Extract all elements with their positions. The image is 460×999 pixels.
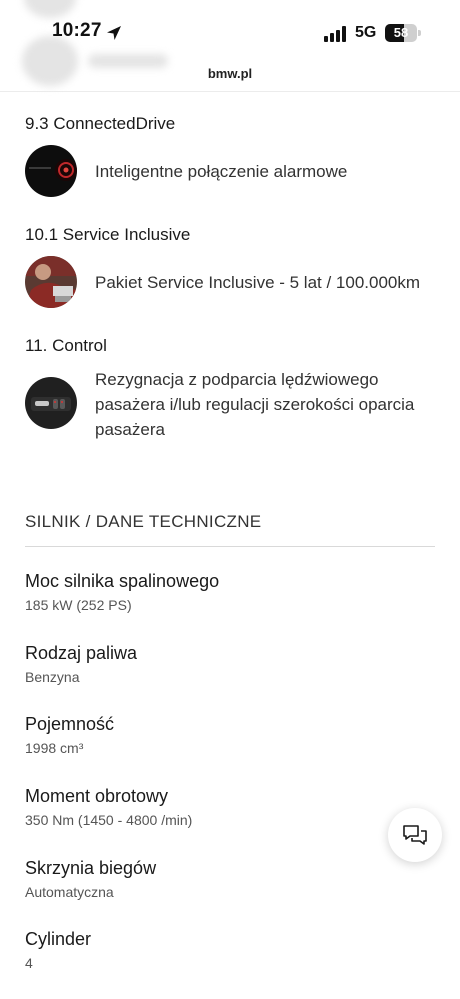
spec-value: 4 xyxy=(25,955,33,971)
spec-label: Rodzaj paliwa xyxy=(25,643,138,663)
spec-value: 185 kW (252 PS) xyxy=(25,597,132,613)
clock-time: 10:27 xyxy=(52,20,102,41)
spec-label: Moc silnika spalinowego xyxy=(25,571,220,591)
status-bar: 10:27 5G 58 bmw.pl xyxy=(0,0,460,92)
feature-description: Rezygnacja z podparcia lędźwiowego pasaż… xyxy=(95,370,415,439)
network-type: 5G xyxy=(355,24,377,41)
chat-button[interactable] xyxy=(388,808,442,862)
battery-icon: 58 xyxy=(385,24,417,42)
section-divider xyxy=(25,546,435,547)
chat-bubbles-icon xyxy=(403,825,427,845)
alarm-call-thumbnail xyxy=(25,145,77,197)
feature-heading: 11. Control xyxy=(25,336,107,355)
feature-description: Pakiet Service Inclusive - 5 lat / 100.0… xyxy=(95,273,421,292)
service-mechanic-thumbnail xyxy=(25,256,77,308)
spec-label: Cylinder xyxy=(25,929,92,949)
spec-label: Pojemność xyxy=(25,714,115,734)
spec-value: 1998 cm³ xyxy=(25,740,84,756)
spec-label: Skrzynia biegów xyxy=(25,858,157,878)
feature-heading: 10.1 Service Inclusive xyxy=(25,225,191,244)
blurred-avatar xyxy=(24,0,76,18)
seat-control-thumbnail xyxy=(25,377,77,429)
cellular-signal-icon xyxy=(324,26,348,42)
feature-description: Inteligentne połączenie alarmowe xyxy=(95,162,348,181)
battery-percent: 58 xyxy=(393,25,409,40)
location-arrow-icon xyxy=(107,26,121,40)
battery-cap xyxy=(418,30,421,36)
spec-value: Benzyna xyxy=(25,669,80,685)
feature-heading: 9.3 ConnectedDrive xyxy=(25,114,176,133)
spec-value: 350 Nm (1450 - 4800 /min) xyxy=(25,812,193,828)
spec-value: Automatyczna xyxy=(25,884,114,900)
section-title: SILNIK / DANE TECHNICZNE xyxy=(25,512,262,531)
spec-label: Moment obrotowy xyxy=(25,786,169,806)
address-bar-url[interactable]: bmw.pl xyxy=(0,66,460,81)
